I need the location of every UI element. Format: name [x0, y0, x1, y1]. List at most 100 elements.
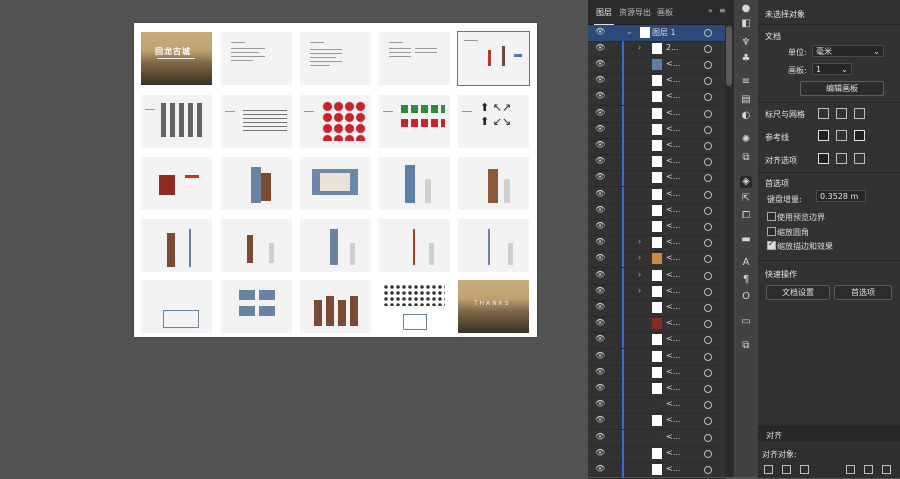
scale-corners-checkbox[interactable]: [767, 227, 776, 236]
layer-row[interactable]: 👁 <...: [588, 57, 726, 74]
transparency-grid-icon[interactable]: [854, 108, 865, 119]
align-vertical-centers-icon[interactable]: [864, 465, 873, 474]
page-thumb-pillar[interactable]: [458, 157, 529, 210]
target-circle-icon[interactable]: [704, 77, 712, 86]
layer-row[interactable]: 👁 <...: [588, 89, 726, 107]
target-circle-icon[interactable]: [704, 158, 712, 167]
document-setup-button[interactable]: 文档设置: [766, 285, 830, 300]
page-thumb[interactable]: [379, 219, 450, 272]
appearance-icon[interactable]: ✺: [740, 134, 752, 146]
edit-artboards-button[interactable]: 编辑画板: [800, 81, 884, 96]
layer-row[interactable]: 👁 <...: [588, 105, 726, 123]
page-thumb-pillar[interactable]: [141, 219, 212, 272]
align-top-edges-icon[interactable]: [846, 465, 855, 474]
expand-chevron-icon[interactable]: ›: [638, 270, 641, 279]
paragraph-icon[interactable]: ¶: [740, 274, 752, 286]
symbols-icon[interactable]: ♣: [740, 53, 752, 65]
tab-artboards[interactable]: 画板: [657, 7, 673, 18]
artboard[interactable]: 回龙古城 ⬆ ↖↗ ⬆ ↙↘ THANKS: [134, 23, 537, 337]
visibility-eye-icon[interactable]: 👁: [595, 60, 605, 68]
page-thumb[interactable]: [300, 219, 371, 272]
target-circle-icon[interactable]: [704, 433, 712, 442]
export-icon[interactable]: ⇱: [740, 193, 752, 205]
layer-row[interactable]: 👁 › <...: [588, 283, 726, 301]
visibility-eye-icon[interactable]: 👁: [595, 367, 605, 376]
visibility-eye-icon[interactable]: 👁: [595, 319, 605, 327]
gradient-icon[interactable]: ▤: [740, 94, 752, 106]
character-icon[interactable]: A: [740, 257, 752, 269]
target-circle-icon[interactable]: [704, 304, 712, 312]
target-circle-icon[interactable]: [704, 449, 712, 458]
target-circle-icon[interactable]: [704, 255, 712, 264]
target-circle-icon[interactable]: [704, 368, 712, 377]
target-circle-icon[interactable]: [704, 239, 712, 248]
page-thumb[interactable]: [379, 32, 450, 85]
page-thumb[interactable]: [221, 32, 292, 85]
tab-align[interactable]: 对齐: [766, 430, 782, 441]
use-preview-bounds-checkbox[interactable]: [767, 212, 776, 221]
visibility-eye-icon[interactable]: 👁: [595, 222, 605, 230]
target-circle-icon[interactable]: [704, 45, 712, 53]
layer-row[interactable]: 👁 <...: [588, 381, 726, 398]
visibility-eye-icon[interactable]: 👁: [595, 351, 605, 360]
align-left-edges-icon[interactable]: [764, 465, 773, 474]
layer-row[interactable]: 👁 <...: [588, 300, 726, 317]
layer-row[interactable]: 👁 <...: [588, 170, 726, 188]
target-circle-icon[interactable]: [704, 142, 712, 150]
page-thumb-pillar[interactable]: [379, 157, 450, 210]
visibility-eye-icon[interactable]: 👁: [595, 270, 605, 279]
tab-asset-export[interactable]: 资源导出: [619, 7, 651, 18]
layer-row[interactable]: 👁 <...: [588, 462, 726, 479]
target-circle-icon[interactable]: [704, 109, 712, 118]
collapse-panel-button[interactable]: »: [708, 6, 713, 15]
page-thumb[interactable]: [300, 32, 371, 85]
layer-row[interactable]: 👁 <...: [588, 186, 726, 204]
page-thumb-icons[interactable]: [141, 95, 212, 148]
visibility-eye-icon[interactable]: 👁: [595, 141, 605, 149]
visibility-eye-icon[interactable]: 👁: [595, 189, 605, 198]
align-right-icon[interactable]: [854, 153, 865, 164]
page-thumb-totems[interactable]: [300, 280, 371, 333]
page-thumb-selected[interactable]: [457, 31, 530, 86]
target-circle-icon[interactable]: [704, 352, 712, 361]
page-thumb[interactable]: [221, 95, 292, 148]
layer-row[interactable]: 👁 <...: [588, 138, 726, 155]
visibility-eye-icon[interactable]: 👁: [595, 432, 605, 441]
brushes-icon[interactable]: ♆: [740, 37, 752, 49]
target-circle-icon[interactable]: [704, 385, 712, 393]
target-circle-icon[interactable]: [704, 223, 712, 231]
target-circle-icon[interactable]: [704, 271, 712, 280]
layer-row[interactable]: 👁 <...: [588, 332, 726, 350]
layer-row[interactable]: 👁 <...: [588, 316, 726, 334]
scrollbar-thumb[interactable]: [726, 26, 732, 86]
target-circle-icon[interactable]: [704, 417, 712, 426]
align-bottom-edges-icon[interactable]: [882, 465, 891, 474]
layer-row[interactable]: 👁 <...: [588, 202, 726, 220]
layer-row[interactable]: 👁 <...: [588, 413, 726, 431]
align-horizontal-centers-icon[interactable]: [782, 465, 791, 474]
layer-row[interactable]: 👁 <...: [588, 364, 726, 382]
page-thumb-end[interactable]: THANKS: [458, 280, 529, 333]
lock-guides-icon[interactable]: [836, 130, 847, 141]
visibility-eye-icon[interactable]: 👁: [595, 173, 605, 181]
target-circle-icon[interactable]: [704, 125, 712, 134]
opentype-icon[interactable]: O: [740, 291, 752, 303]
page-thumb-sign-board[interactable]: [221, 157, 292, 210]
visibility-eye-icon[interactable]: 👁: [595, 44, 605, 52]
ruler-icon[interactable]: [818, 108, 829, 119]
grid-icon[interactable]: [836, 108, 847, 119]
layer-row-top[interactable]: 👁 ⌄ 图层 1: [588, 25, 726, 42]
keyboard-increment-field[interactable]: 0.3528 m: [816, 190, 866, 202]
page-thumb-board[interactable]: [300, 157, 371, 210]
visibility-eye-icon[interactable]: 👁: [595, 238, 605, 246]
show-guides-icon[interactable]: [818, 130, 829, 141]
target-circle-icon[interactable]: [704, 190, 712, 199]
layer-row[interactable]: 👁 <...: [588, 445, 726, 463]
page-thumb-signs-green[interactable]: [379, 95, 450, 148]
target-circle-icon[interactable]: [704, 61, 712, 69]
target-circle-icon[interactable]: [704, 401, 712, 410]
artboards-icon[interactable]: ⧠: [740, 210, 752, 222]
stroke-icon[interactable]: ≡: [740, 76, 752, 88]
expand-chevron-icon[interactable]: ›: [638, 286, 641, 295]
artboard-select[interactable]: 1 ⌄: [812, 63, 852, 75]
